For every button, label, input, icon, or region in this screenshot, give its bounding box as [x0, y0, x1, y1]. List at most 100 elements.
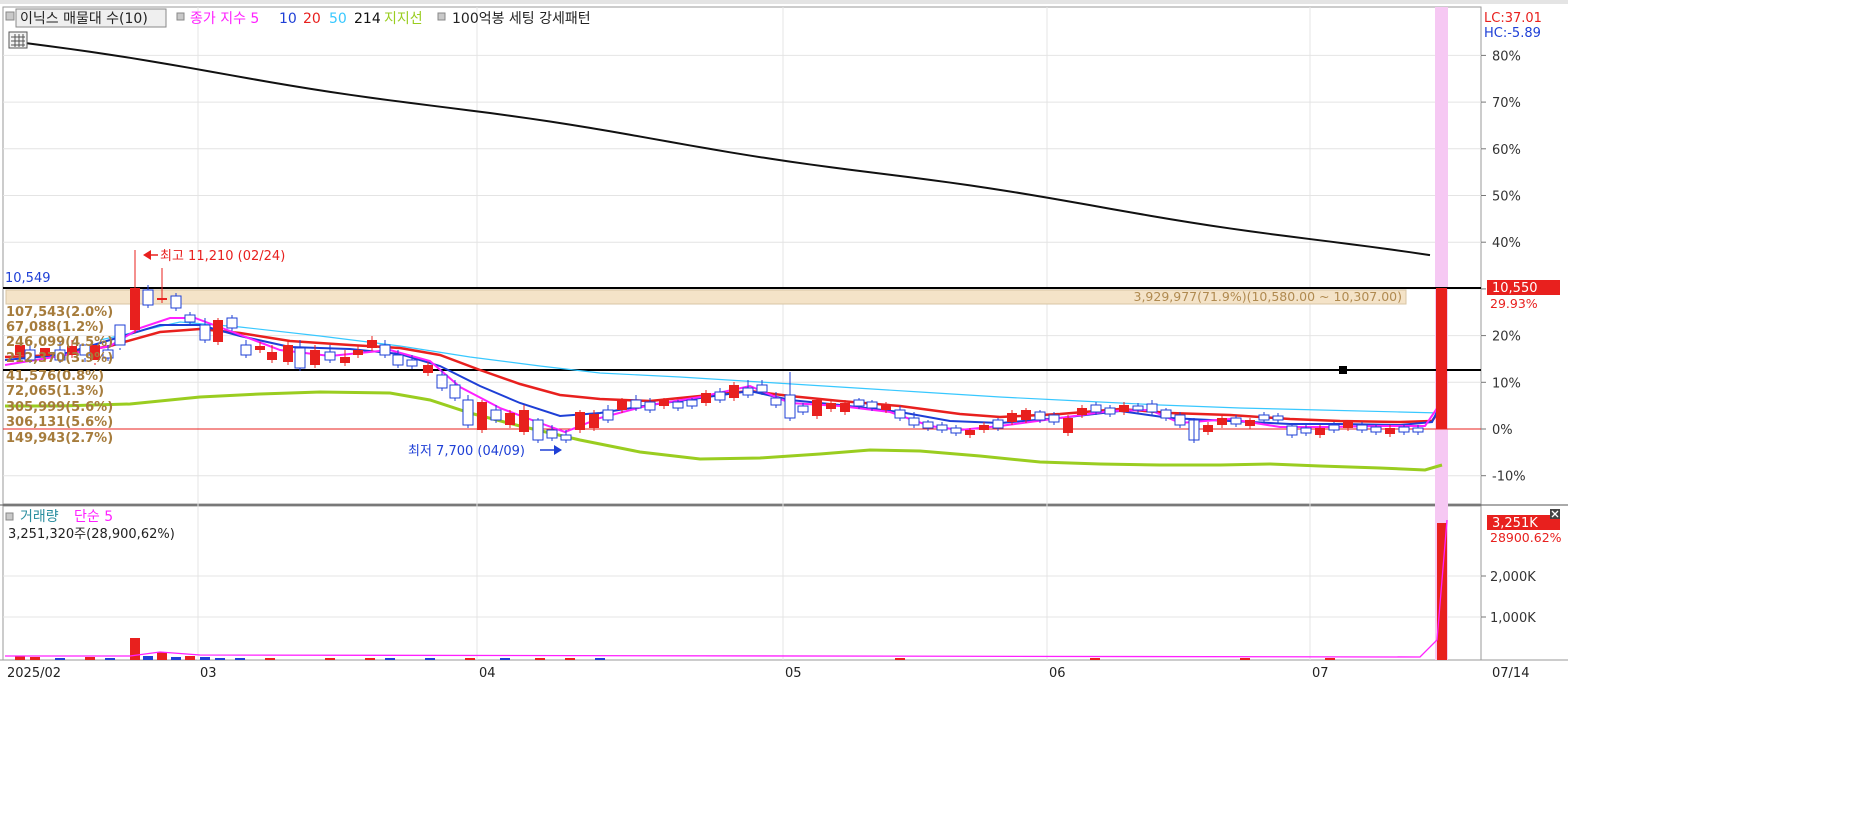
volume-profile-labels: 107,543(2.0%)67,088(1.2%)246,099(4.5%)21… — [6, 305, 113, 446]
volume-bar — [535, 658, 545, 660]
legend-square-icon — [176, 12, 185, 21]
candle-body — [575, 412, 585, 430]
candle-body — [1104, 407, 1116, 415]
candle-body — [560, 434, 572, 441]
candle-body — [157, 298, 167, 300]
volume-axis-tick-label: 2,000K — [1490, 570, 1536, 585]
candle-body — [353, 350, 363, 355]
candle-body — [908, 417, 920, 426]
volume-bar — [200, 657, 210, 660]
candle-body — [142, 289, 154, 306]
candle-body — [1007, 413, 1017, 422]
volume-profile-label: 306,131(5.6%) — [6, 415, 113, 430]
volume-bar — [595, 658, 605, 660]
indicator-title: 이닉스 매물대 수(10) — [20, 11, 148, 27]
volume-bar — [895, 658, 905, 660]
volume-bar — [385, 658, 395, 660]
right-axis-tick-label: 10% — [1492, 376, 1521, 391]
candle-body — [701, 393, 711, 403]
candle-body — [922, 421, 934, 429]
candle-body — [392, 354, 404, 366]
candle-body — [979, 425, 989, 430]
high-annotation: 최고 11,210 (02/24) — [143, 249, 285, 264]
candle-body — [1356, 424, 1368, 431]
close-icon[interactable] — [1550, 509, 1560, 519]
candle-body — [1174, 414, 1186, 426]
candle-body — [644, 401, 656, 411]
candle-body — [114, 324, 126, 346]
volume-bar — [157, 652, 167, 660]
volume-badge-sub: 28900.62% — [1490, 530, 1562, 545]
candle-body — [1203, 425, 1213, 432]
candle-body — [1119, 405, 1129, 412]
volume-profile-label: 149,943(2.7%) — [6, 431, 113, 446]
legend-pattern[interactable]: 100억봉 세팅 강세패턴 — [452, 11, 591, 27]
stock-chart[interactable]: 3,929,977(71.9%)(10,580.00 ~ 10,307.00) … — [0, 0, 1568, 686]
legend-ma5[interactable]: 종가 지수 5 — [190, 11, 259, 27]
candle-body — [283, 345, 293, 362]
volume-bar — [215, 658, 225, 660]
x-axis-label: 2025/02 — [7, 666, 61, 681]
candle-body — [423, 365, 433, 373]
volume-ma-legend[interactable]: 단순 5 — [74, 509, 113, 525]
x-axis-label: 06 — [1049, 666, 1066, 681]
volume-bar — [365, 658, 375, 660]
grid-toggle-icon[interactable] — [8, 31, 28, 49]
legend-support[interactable]: 지지선 — [384, 11, 423, 27]
volume-bar — [185, 656, 195, 660]
x-axis-label: 03 — [200, 666, 217, 681]
volume-info: 3,251,320주(28,900,62%) — [8, 527, 175, 542]
right-axis-tick-label: 20% — [1492, 330, 1521, 345]
candle-body — [1412, 427, 1424, 433]
left-value-label: 10,549 — [5, 271, 51, 286]
legend-ma50[interactable]: 50 — [329, 11, 347, 27]
volume-badge-text: 3,251K — [1492, 516, 1538, 531]
volume-profile-label: 41,576(0.8%) — [6, 369, 104, 384]
volume-bar — [1240, 658, 1250, 660]
candle-body — [1343, 422, 1353, 428]
candle-body — [965, 430, 975, 435]
candle-body — [1090, 404, 1102, 413]
candle-body — [462, 399, 474, 426]
candle-body — [729, 385, 739, 398]
candle-body — [226, 317, 238, 329]
right-axis-tick-label: 70% — [1492, 96, 1521, 111]
candle-body — [589, 414, 599, 428]
candle-body — [213, 320, 223, 342]
right-axis-tick-label: 60% — [1492, 143, 1521, 158]
candle-body — [1258, 414, 1270, 421]
volume-profile-top-label: 3,929,977(71.9%)(10,580.00 ~ 10,307.00) — [1134, 289, 1403, 304]
candle-body — [379, 344, 391, 356]
candle-body — [1385, 428, 1395, 434]
candle-body — [950, 427, 962, 434]
volume-axis-tick-label: 1,000K — [1490, 611, 1536, 626]
legend-ma10[interactable]: 10 — [279, 11, 297, 27]
right-axis-tick-label: 40% — [1492, 236, 1521, 251]
candle-body — [936, 424, 948, 431]
candle-body — [294, 347, 306, 369]
candle-body — [199, 324, 211, 341]
candle-body — [532, 419, 544, 441]
volume-bar — [465, 658, 475, 660]
candle-body — [840, 403, 850, 412]
candle-body — [1160, 409, 1172, 419]
legend-square-icon — [437, 12, 446, 21]
candle-body — [477, 402, 487, 430]
candle-body — [1315, 428, 1325, 435]
legend-ma214[interactable]: 214 — [354, 11, 381, 27]
volume-bar — [325, 658, 335, 660]
x-axis-label: 04 — [479, 666, 496, 681]
candle-body — [1272, 415, 1284, 421]
volume-legend[interactable]: 거래량 — [20, 509, 59, 525]
legend-ma20[interactable]: 20 — [303, 11, 321, 27]
volume-bar — [130, 638, 140, 660]
right-axis-tick-label: -10% — [1492, 470, 1526, 485]
candle-body — [756, 384, 768, 393]
candle-body — [992, 419, 1004, 429]
candle-body — [812, 400, 822, 416]
right-axis-tick-label: 50% — [1492, 190, 1521, 205]
candle-body — [1063, 418, 1073, 433]
candle-body — [324, 351, 336, 361]
volume-bar — [500, 658, 510, 660]
candle-body — [519, 410, 529, 432]
